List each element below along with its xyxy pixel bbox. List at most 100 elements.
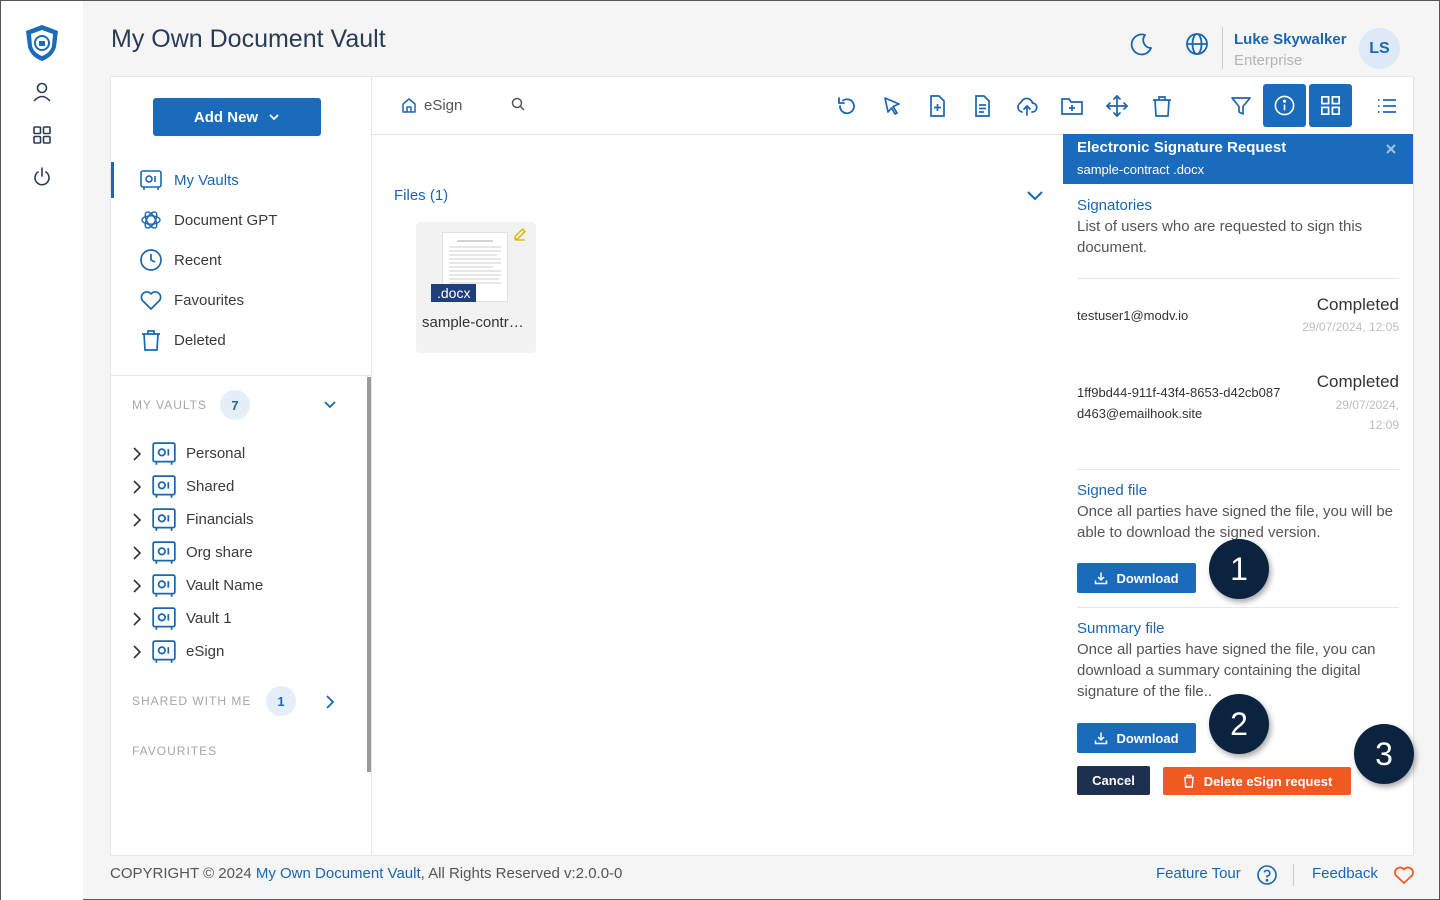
- page-title: My Own Document Vault: [111, 25, 386, 53]
- file-name: sample-contract.docx: [422, 314, 536, 331]
- document-icon[interactable]: [970, 94, 994, 118]
- move-arrows-icon[interactable]: [1105, 94, 1129, 118]
- home-icon[interactable]: [400, 96, 418, 114]
- download-label: Download: [1116, 730, 1179, 746]
- vault-label: Org share: [186, 544, 253, 561]
- pencil-edit-icon[interactable]: [513, 227, 527, 241]
- callout-badge: 3: [1354, 724, 1414, 784]
- user-icon[interactable]: [31, 81, 53, 103]
- signatories-heading: Signatories: [1077, 197, 1153, 214]
- feedback-link[interactable]: Feedback: [1312, 865, 1378, 882]
- close-icon[interactable]: [1384, 142, 1398, 156]
- sidebar-item-label: Recent: [174, 251, 222, 269]
- signed-file-description: Once all parties have signed the file, y…: [1077, 503, 1394, 541]
- signed-file-heading: Signed file: [1077, 482, 1148, 499]
- divider: [1077, 469, 1399, 470]
- summary-file-description: Once all parties have signed the file, y…: [1077, 641, 1376, 700]
- vault-icon: [139, 168, 163, 192]
- feature-tour-link[interactable]: Feature Tour: [1156, 865, 1241, 882]
- copyright-text: COPYRIGHT © 2024: [110, 865, 252, 882]
- vault-row-financials[interactable]: Financials: [111, 506, 361, 534]
- rights-text: , All Rights Reserved v:2.0.0-0: [420, 865, 623, 882]
- sidebar-scrollbar[interactable]: [367, 377, 371, 772]
- files-section-header[interactable]: Files (1): [394, 187, 448, 204]
- filter-icon[interactable]: [1229, 94, 1253, 118]
- esign-panel-header: Electronic Signature Request sample-cont…: [1063, 134, 1413, 184]
- help-question-icon[interactable]: [1256, 864, 1278, 886]
- callout-badge: 1: [1209, 539, 1269, 599]
- heart-icon: [139, 288, 163, 312]
- download-icon: [1094, 571, 1108, 585]
- signatory-date: 29/07/2024, 12:05: [1302, 320, 1399, 334]
- clock-icon: [139, 248, 163, 272]
- vault-row-vault-name[interactable]: Vault Name: [111, 572, 361, 600]
- chevron-right-icon[interactable]: [131, 644, 143, 660]
- avatar[interactable]: LS: [1359, 28, 1400, 69]
- signatory-status: Completed: [1316, 372, 1399, 391]
- signatory-email: testuser1@modv.io: [1077, 308, 1189, 323]
- grid-view-button[interactable]: [1309, 84, 1352, 127]
- toolbar: eSign: [372, 77, 1414, 135]
- power-icon[interactable]: [31, 166, 53, 188]
- chevron-right-icon[interactable]: [131, 545, 143, 561]
- brand-link[interactable]: My Own Document Vault: [256, 865, 421, 882]
- chevron-right-icon[interactable]: [131, 578, 143, 594]
- sidebar-item-deleted[interactable]: Deleted: [111, 322, 371, 358]
- vault-row-personal[interactable]: Personal: [111, 440, 361, 468]
- vault-label: eSign: [186, 643, 225, 660]
- chevron-down-icon[interactable]: [322, 399, 338, 411]
- chevron-right-icon[interactable]: [131, 611, 143, 627]
- user-name[interactable]: Luke Skywalker: [1234, 31, 1347, 48]
- breadcrumb[interactable]: eSign: [424, 97, 462, 114]
- vault-row-esign[interactable]: eSign: [111, 638, 361, 666]
- new-folder-icon[interactable]: [1060, 94, 1084, 118]
- search-icon[interactable]: [510, 96, 526, 112]
- vault-icon: [151, 639, 177, 665]
- file-card[interactable]: .docx sample-contract.docx: [416, 222, 536, 353]
- chevron-down-icon[interactable]: [1025, 189, 1045, 203]
- dashboard-grid-icon[interactable]: [31, 124, 53, 146]
- divider: [1077, 607, 1399, 608]
- delete-trash-icon[interactable]: [1150, 94, 1174, 118]
- shared-count-badge: 1: [266, 686, 296, 716]
- app-logo-icon[interactable]: [23, 23, 61, 63]
- cancel-button[interactable]: Cancel: [1077, 766, 1150, 795]
- delete-label: Delete eSign request: [1203, 773, 1333, 789]
- vault-icon: [151, 507, 177, 533]
- user-plan: Enterprise: [1234, 52, 1303, 69]
- select-cursor-icon[interactable]: [880, 94, 904, 118]
- chevron-right-icon[interactable]: [324, 694, 336, 710]
- my-vaults-count-badge: 7: [220, 390, 250, 420]
- cloud-upload-icon[interactable]: [1015, 94, 1039, 118]
- info-button[interactable]: [1263, 84, 1306, 127]
- sidebar-item-document-gpt[interactable]: Document GPT: [111, 202, 371, 238]
- vault-row-shared[interactable]: Shared: [111, 473, 361, 501]
- new-file-icon[interactable]: [925, 94, 949, 118]
- sidebar-item-recent[interactable]: Recent: [111, 242, 371, 278]
- language-globe-icon[interactable]: [1184, 31, 1210, 57]
- dark-mode-moon-icon[interactable]: [1129, 31, 1155, 57]
- chevron-right-icon[interactable]: [131, 512, 143, 528]
- refresh-icon[interactable]: [835, 94, 859, 118]
- header-divider: [1222, 27, 1223, 69]
- download-signed-button[interactable]: Download: [1077, 563, 1196, 593]
- heart-icon[interactable]: [1393, 865, 1415, 885]
- my-vaults-section-label: MY VAULTS: [132, 398, 208, 412]
- footer-divider: [1293, 864, 1294, 886]
- chevron-right-icon[interactable]: [131, 446, 143, 462]
- vault-row-vault-1[interactable]: Vault 1: [111, 605, 361, 633]
- vault-row-org-share[interactable]: Org share: [111, 539, 361, 567]
- signatory-date: 29/07/2024, 12:09: [1335, 398, 1399, 432]
- vault-label: Shared: [186, 478, 235, 495]
- download-summary-button[interactable]: Download: [1077, 723, 1196, 753]
- grid-view-icon: [1319, 94, 1342, 117]
- signatory-email: 1ff9bd44-911f-43f4-8653-d42cb087d463@ema…: [1077, 385, 1281, 421]
- vault-icon: [151, 606, 177, 632]
- delete-esign-request-button[interactable]: Delete eSign request: [1163, 767, 1351, 795]
- add-new-button[interactable]: Add New: [153, 98, 321, 136]
- chevron-right-icon[interactable]: [131, 479, 143, 495]
- list-view-icon[interactable]: [1375, 94, 1399, 118]
- signatory-status: Completed: [1316, 295, 1399, 314]
- sidebar-item-my-vaults[interactable]: My Vaults: [111, 162, 371, 198]
- sidebar-item-favourites[interactable]: Favourites: [111, 282, 371, 318]
